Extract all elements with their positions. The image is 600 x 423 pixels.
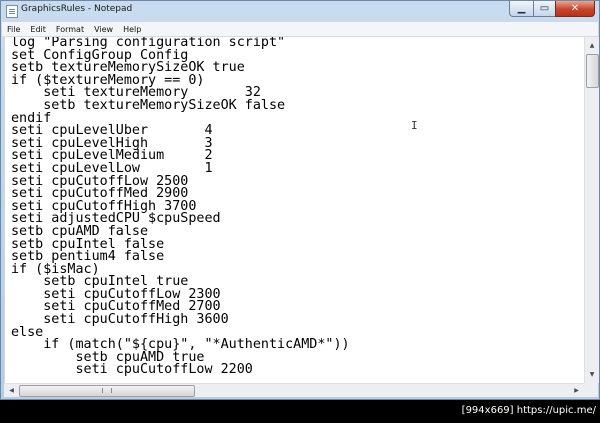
menu-bar: File Edit Format View Help (2, 22, 598, 37)
vertical-scrollbar[interactable]: ▲ ▼ (584, 37, 599, 383)
arrow-left-icon: ◀ (9, 387, 14, 394)
scroll-left-button[interactable]: ◀ (5, 384, 18, 397)
arrow-right-icon: ▶ (574, 387, 579, 394)
scroll-down-button[interactable]: ▼ (586, 368, 598, 381)
horizontal-scrollbar[interactable]: ◀ ▶ (4, 383, 584, 397)
editor-line: seti cpuCutoffLow 2200 (11, 362, 253, 378)
menu-help[interactable]: Help (118, 25, 146, 34)
maximize-icon: ▭ (539, 3, 550, 14)
menu-view[interactable]: View (89, 25, 118, 34)
scroll-up-button[interactable]: ▲ (586, 39, 598, 52)
notepad-window: GraphicsRules - Notepad ▁ ▭ ✕ File Edit … (0, 0, 600, 400)
editor-line: seti cpuCutoffHigh 3600 (11, 312, 229, 328)
minimize-button[interactable]: ▁ (509, 1, 533, 17)
menu-file[interactable]: File (2, 25, 25, 34)
image-watermark: [994x669] https://upic.me/ (461, 405, 596, 416)
text-editor[interactable]: log "Parsing configuration script" set C… (4, 37, 585, 383)
scroll-right-button[interactable]: ▶ (570, 384, 583, 397)
editor-content[interactable]: log "Parsing configuration script" set C… (5, 37, 350, 377)
arrow-up-icon: ▲ (589, 42, 595, 49)
menu-format[interactable]: Format (51, 25, 89, 34)
grip-icon (102, 388, 112, 393)
vertical-scroll-thumb[interactable] (586, 54, 599, 88)
text-cursor-icon: I (411, 119, 418, 132)
arrow-down-icon: ▼ (589, 371, 595, 378)
title-bar[interactable]: GraphicsRules - Notepad ▁ ▭ ✕ (1, 1, 599, 22)
minimize-icon: ▁ (517, 3, 526, 14)
editor-line: setb textureMemorySizeOK false (11, 97, 286, 113)
caption-buttons: ▁ ▭ ✕ (509, 1, 595, 18)
notepad-icon[interactable] (6, 5, 18, 18)
window-title: GraphicsRules - Notepad (21, 4, 133, 14)
size-grip[interactable] (584, 383, 598, 397)
horizontal-scroll-thumb[interactable] (19, 385, 195, 397)
menu-edit[interactable]: Edit (25, 25, 51, 34)
close-button[interactable]: ✕ (555, 1, 595, 17)
maximize-button[interactable]: ▭ (533, 1, 555, 17)
close-icon: ✕ (570, 3, 580, 14)
